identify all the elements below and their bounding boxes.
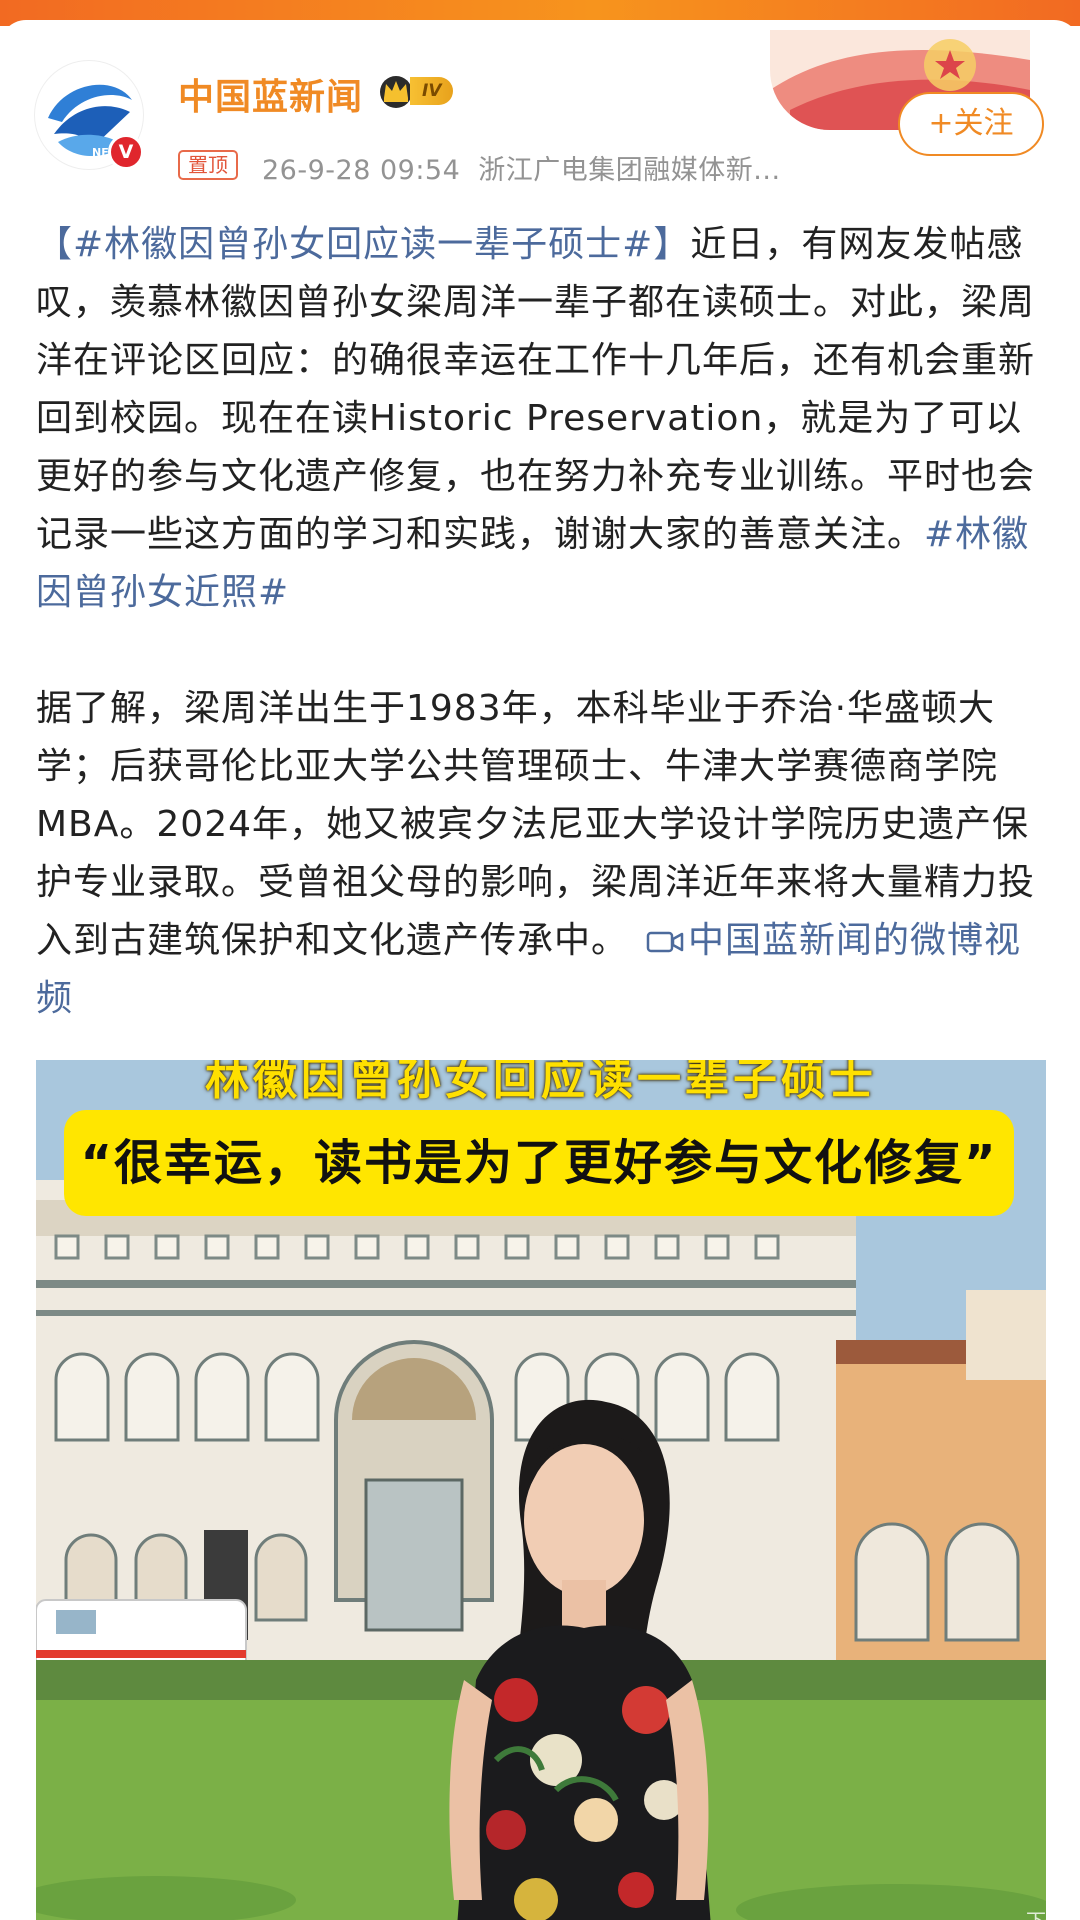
video-watermark: 下 [1026, 1905, 1046, 1920]
post-timestamp: 26-9-28 09:54 [262, 155, 461, 186]
verified-badge: V [108, 134, 144, 170]
post-paragraph-2: 据了解，梁周洋出生于1983年，本科毕业于乔治·华盛顿大学；后获哥伦比亚大学公共… [36, 680, 1046, 1028]
post-meta: 26-9-28 09:54 浙江广电集团融媒体新... [262, 148, 781, 187]
post-source[interactable]: 浙江广电集团融媒体新... [478, 155, 780, 186]
video-headline: 林徽因曾孙女回应读一辈子硕士 [205, 1060, 877, 1105]
post-body: 【#林徽因曾孙女回应读一辈子硕士#】近日，有网友发帖感叹，羡慕林徽因曾孙女梁周洋… [36, 216, 1046, 1028]
vip-badge: IV [374, 72, 470, 110]
hashtag-link[interactable]: 【#林徽因曾孙女回应读一辈子硕士#】 [36, 224, 690, 265]
post-paragraph-1: 【#林徽因曾孙女回应读一辈子硕士#】近日，有网友发帖感叹，羡慕林徽因曾孙女梁周洋… [36, 216, 1046, 622]
video-camera-icon [646, 931, 684, 953]
paragraph-text: 近日，有网友发帖感叹，羡慕林徽因曾孙女梁周洋一辈子都在读硕士。对此，梁周洋在评论… [36, 224, 1036, 555]
pinned-tag: 置顶 [178, 150, 238, 180]
video-thumbnail[interactable]: 林徽因曾孙女回应读一辈子硕士 “很幸运，读书是为了更好参与文化修复” 下 [36, 1060, 1046, 1920]
author-name[interactable]: 中国蓝新闻 [178, 68, 363, 120]
video-quote-banner: “很幸运，读书是为了更好参与文化修复” [64, 1110, 1014, 1216]
vip-level: IV [410, 77, 454, 105]
follow-button[interactable]: +关注 [898, 92, 1044, 156]
post-card: NEWS V 中国蓝新闻 IV 置顶 26-9-28 09:54浙江广电集团融媒… [0, 20, 1080, 1920]
